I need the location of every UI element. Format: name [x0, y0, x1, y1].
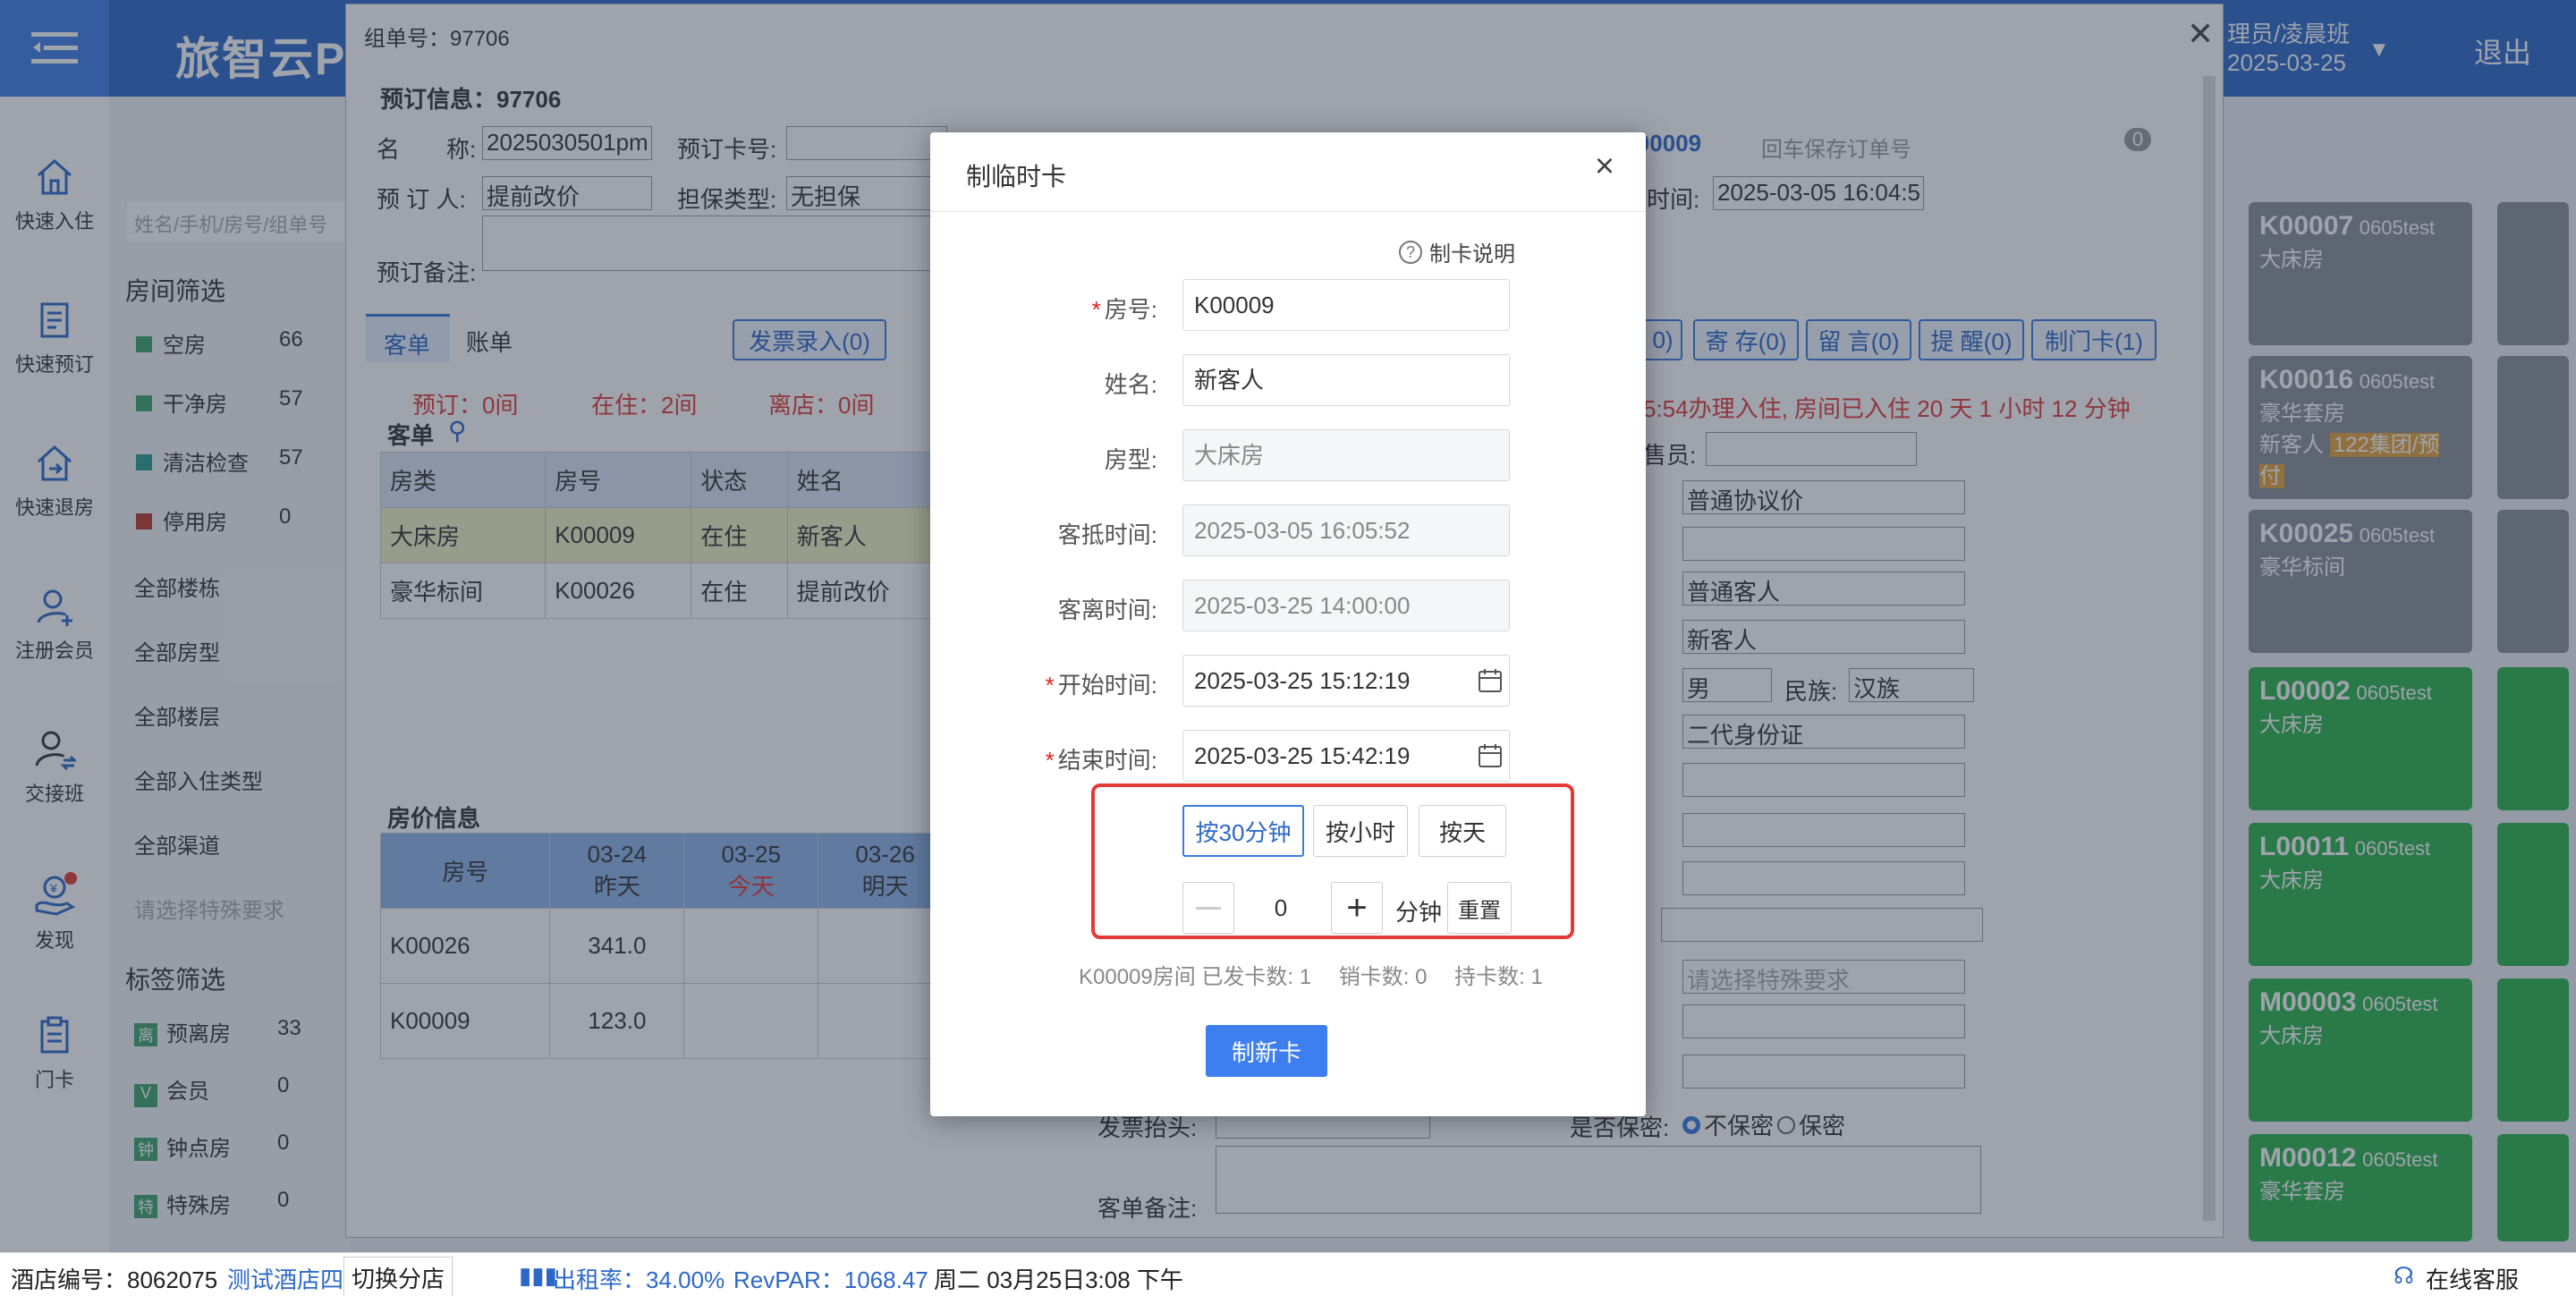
- headset-icon: ☊: [2394, 1262, 2415, 1289]
- close-icon[interactable]: ×: [1589, 149, 1621, 184]
- revpar-value: RevPAR：1068.47: [733, 1266, 928, 1293]
- card-stats: K00009房间 已发卡数: 1 销卡数: 0 持卡数: 1: [1079, 959, 1543, 990]
- departure-time-label: 客离时间:: [1057, 597, 1157, 623]
- issued-count: K00009房间 已发卡数: 1: [1079, 965, 1312, 989]
- guest-name-input[interactable]: 新客人: [1182, 354, 1510, 406]
- end-time-label: * 结束时间:: [1045, 747, 1157, 774]
- room-no-label: * 房号:: [1091, 296, 1157, 323]
- help-icon: ?: [1399, 240, 1422, 264]
- online-service-link[interactable]: 在线客服: [2426, 1262, 2519, 1295]
- make-new-card-button[interactable]: 制新卡: [1206, 1025, 1327, 1077]
- dialog-title: 制临时卡: [966, 163, 1067, 191]
- bar-chart-icon: ▮▮▮: [519, 1262, 557, 1289]
- room-no-input[interactable]: K00009: [1182, 279, 1510, 331]
- cancelled-count: 销卡数: 0: [1338, 965, 1428, 989]
- status-bar: 酒店编号：8062075 测试酒店四 切换分店 ▮▮▮ 出租率：34.00% R…: [0, 1252, 2576, 1296]
- calendar-icon[interactable]: [1477, 667, 1504, 694]
- room-type-input: 大床房: [1182, 429, 1510, 481]
- highlight-box: [1091, 784, 1574, 939]
- arrival-time-input: 2025-03-05 16:05:52: [1182, 504, 1510, 556]
- arrival-time-label: 客抵时间:: [1057, 521, 1157, 548]
- room-type-label: 房型:: [1104, 446, 1157, 473]
- holding-count: 持卡数: 1: [1454, 965, 1543, 989]
- current-datetime: 周二 03月25日3:08 下午: [934, 1266, 1183, 1293]
- temp-card-dialog: 制临时卡 × ? 制卡说明 * 房号: K00009 姓名: 新客人 房型: 大床…: [930, 132, 1646, 1116]
- start-time-label: * 开始时间:: [1045, 672, 1157, 699]
- calendar-icon[interactable]: [1477, 742, 1504, 769]
- occupancy-rate: 出租率：34.00%: [553, 1266, 725, 1293]
- guest-name-label: 姓名:: [1104, 371, 1157, 398]
- switch-branch-button[interactable]: 切换分店: [343, 1257, 453, 1296]
- departure-time-input: 2025-03-25 14:00:00: [1182, 580, 1510, 631]
- end-time-input[interactable]: 2025-03-25 15:42:19: [1182, 730, 1510, 782]
- start-time-input[interactable]: 2025-03-25 15:12:19: [1182, 655, 1510, 707]
- dialog-divider: [930, 211, 1646, 212]
- hotel-number: 酒店编号：8062075: [11, 1266, 218, 1293]
- hotel-name: 测试酒店四: [227, 1266, 344, 1293]
- card-help-link[interactable]: ? 制卡说明: [1399, 236, 1515, 267]
